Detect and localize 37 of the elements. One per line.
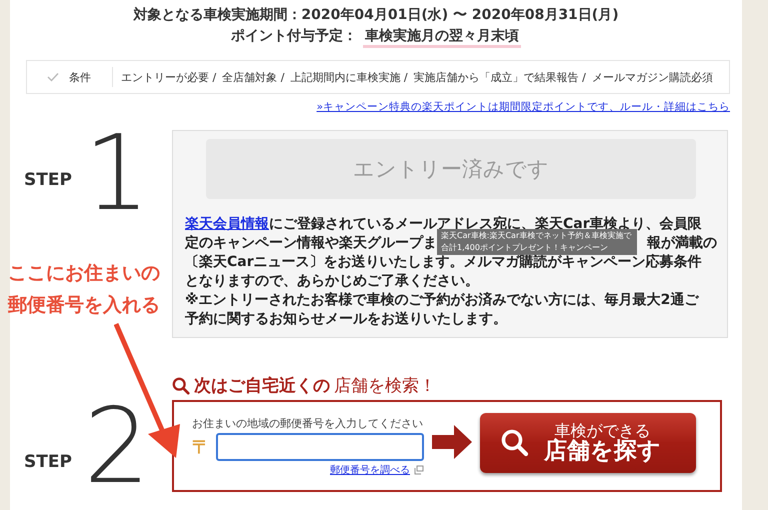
annotation-text: 郵便番号を入れる	[8, 293, 160, 318]
postal-mark: 〒	[192, 436, 210, 458]
points-value: 車検実施月の翌々月末頃	[363, 27, 521, 48]
condition-text: メールマガジン購読必須	[592, 70, 713, 84]
search-icon	[172, 376, 190, 394]
notice-text: となりますので、あらかじめご了承ください。	[185, 272, 480, 291]
step-number: 1	[84, 132, 150, 216]
postal-lookup-link[interactable]: 郵便番号を調べる	[330, 462, 410, 476]
tooltip-text: 楽天Car車検:楽天Car車検でネット予約＆車検実施で	[441, 230, 632, 242]
step-label: STEP	[24, 170, 72, 190]
search-heading-bold: 次はご自宅近くの	[194, 375, 330, 397]
period-text: 対象となる車検実施期間：2020年04月01日(水) 〜 2020年08月31日(月)	[133, 6, 619, 24]
condition-text: 全店舗対象 /	[222, 70, 284, 84]
check-icon	[47, 72, 59, 82]
field-label: お住まいの地域の郵便番号を入力してください	[192, 416, 424, 430]
annotation-text: ここにお住まいの	[8, 261, 160, 286]
conditions-label: 条件	[69, 70, 91, 84]
notice-text: ※エントリーされたお客様で車検のご予約がお済みでない方には、毎月最大2通ご	[185, 291, 700, 310]
new-window-icon	[414, 464, 424, 474]
notice-text: 報が満載の	[647, 234, 717, 253]
condition-text: 上記期間内に車検実施 /	[290, 70, 408, 84]
points-label: ポイント付与予定：	[231, 27, 357, 46]
postal-code-field[interactable]	[216, 432, 424, 460]
member-info-link[interactable]: 楽天会員情報	[185, 215, 269, 234]
condition-text: 実施店舗から「成立」で結果報告 /	[414, 70, 586, 84]
notice-text: 〔楽天Carニュース〕をお送りいたします。メルマガ購読がキャンペーン応募条件	[185, 253, 703, 272]
right-arrow-icon	[432, 425, 472, 459]
rules-link[interactable]: »キャンペーン特典の楽天ポイントは期間限定ポイントです、ルール・詳細はこちら	[316, 100, 730, 114]
search-icon	[500, 428, 530, 458]
step-number: 2	[84, 404, 150, 488]
notice-text: 予約に関するお知らせメールをお送りいたします。	[185, 310, 508, 329]
notice-text: 定のキャンペーン情報や楽天グループま	[185, 234, 437, 253]
search-heading: 店舗を検索！	[334, 375, 436, 397]
tooltip-text: 合計1,400ポイントプレゼント！キャンペーン	[441, 242, 609, 254]
step-label: STEP	[24, 452, 72, 472]
condition-text: エントリーが必要 /	[121, 70, 216, 84]
find-store-button[interactable]: 車検ができる 店舗を探す	[480, 413, 696, 473]
